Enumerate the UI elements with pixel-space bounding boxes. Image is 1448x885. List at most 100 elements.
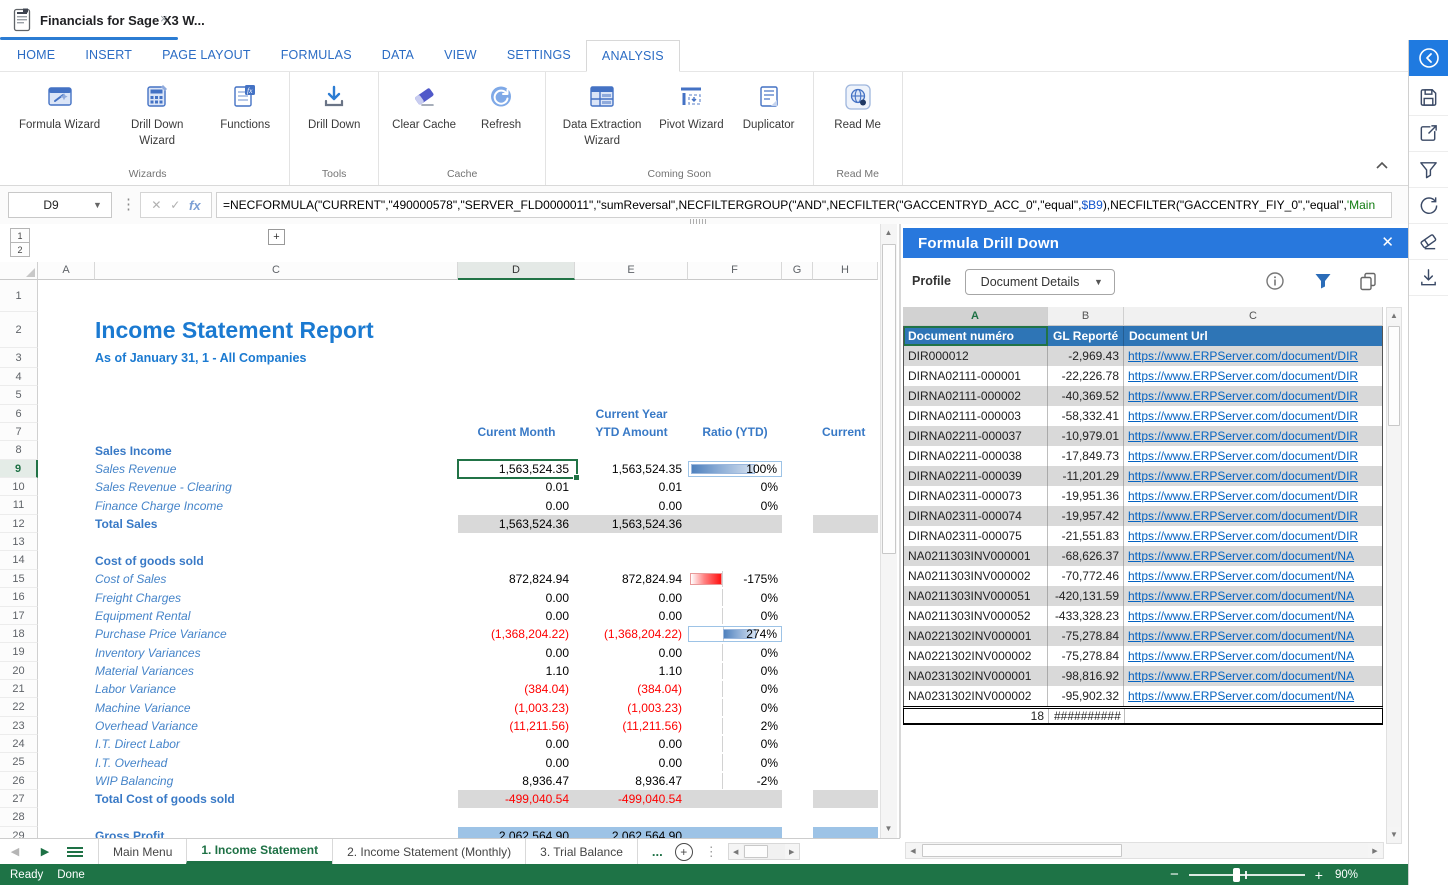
insert-function-icon[interactable]: fx <box>189 198 201 213</box>
grid-cell-document-url-link[interactable]: https://www.ERPServer.com/document/DIR <box>1124 386 1383 406</box>
column-header-D[interactable]: D <box>458 262 575 280</box>
formula-input[interactable]: =NECFORMULA("CURRENT","490000578","SERVE… <box>216 192 1392 218</box>
grid-cell-document-url-link[interactable]: https://www.ERPServer.com/document/DIR <box>1124 466 1383 486</box>
column-header-G[interactable]: G <box>782 262 813 280</box>
row-header-21[interactable]: 21 <box>0 680 38 698</box>
sheet-tab-1-income-statement[interactable]: 1. Income Statement <box>186 839 332 864</box>
scroll-thumb[interactable] <box>882 244 896 554</box>
row-header-16[interactable]: 16 <box>0 588 38 607</box>
row-header-25[interactable]: 25 <box>0 753 38 772</box>
clear-cache-button[interactable]: Clear Cache <box>385 74 463 137</box>
name-box-dropdown-icon[interactable]: ▼ <box>93 200 111 210</box>
row-header-17[interactable]: 17 <box>0 607 38 625</box>
ribbon-tab-page-layout[interactable]: PAGE LAYOUT <box>147 40 266 71</box>
column-header-F[interactable]: F <box>688 262 782 280</box>
grid-cell-document-url-link[interactable]: https://www.ERPServer.com/document/NA <box>1124 666 1383 686</box>
grid-header-gl-reporte[interactable]: GL Reporté <box>1048 326 1124 346</box>
selection-fill-handle[interactable] <box>573 474 580 481</box>
grid-cell-document-url-link[interactable]: https://www.ERPServer.com/document/NA <box>1124 566 1383 586</box>
tab-bar-options-icon[interactable]: ⋮ <box>705 839 718 864</box>
zoom-slider[interactable] <box>1189 874 1305 876</box>
row-header-4[interactable]: 4 <box>0 368 38 386</box>
close-pane-icon[interactable]: ✕ <box>1381 233 1394 251</box>
grid-header-document-numero[interactable]: Document numéro <box>903 326 1048 346</box>
row-header-19[interactable]: 19 <box>0 643 38 662</box>
refresh-button[interactable] <box>1409 188 1448 224</box>
info-icon[interactable] <box>1265 271 1285 291</box>
ribbon-tab-home[interactable]: HOME <box>2 40 70 71</box>
zoom-in-icon[interactable]: + <box>1315 867 1323 883</box>
duplicator-button[interactable]: Duplicator <box>731 74 807 137</box>
column-header-E[interactable]: E <box>575 262 688 280</box>
row-header-20[interactable]: 20 <box>0 662 38 680</box>
zoom-percentage[interactable]: 90% <box>1335 869 1358 881</box>
grid-cell-document-url-link[interactable]: https://www.ERPServer.com/document/NA <box>1124 546 1383 566</box>
sheet-tab-3-trial-balance[interactable]: 3. Trial Balance <box>525 839 638 864</box>
row-header-6[interactable]: 6 <box>0 405 38 423</box>
row-header-1[interactable]: 1 <box>0 280 38 312</box>
row-header-15[interactable]: 15 <box>0 570 38 588</box>
row-header-18[interactable]: 18 <box>0 625 38 643</box>
refresh-button[interactable]: Refresh <box>463 74 539 137</box>
grid-cell-document-url-link[interactable]: https://www.ERPServer.com/document/NA <box>1124 626 1383 646</box>
filter-icon[interactable] <box>1313 271 1333 291</box>
scroll-thumb[interactable] <box>1388 326 1400 426</box>
grid-header-document-url[interactable]: Document Url <box>1124 326 1383 346</box>
formula-bar-options-icon[interactable]: ⋮ <box>121 195 136 213</box>
ribbon-tab-formulas[interactable]: FORMULAS <box>266 40 367 71</box>
outline-expand-button[interactable]: + <box>268 229 285 245</box>
row-header-27[interactable]: 27 <box>0 790 38 808</box>
close-document-icon[interactable]: × <box>160 11 168 26</box>
grid-cell-document-url-link[interactable]: https://www.ERPServer.com/document/DIR <box>1124 506 1383 526</box>
sheet-tab-main-menu[interactable]: Main Menu <box>98 839 186 864</box>
collapse-ribbon-icon[interactable] <box>1372 158 1394 176</box>
ribbon-tab-insert[interactable]: INSERT <box>70 40 147 71</box>
filter-button[interactable] <box>1409 152 1448 188</box>
zoom-out-icon[interactable]: − <box>1170 866 1179 883</box>
grid-cell-document-url-link[interactable]: https://www.ERPServer.com/document/DIR <box>1124 406 1383 426</box>
outline-level-2-button[interactable]: 2 <box>10 242 30 257</box>
ribbon-tab-data[interactable]: DATA <box>367 40 429 71</box>
functions-button[interactable]: fx Functions <box>207 74 283 137</box>
row-header-12[interactable]: 12 <box>0 515 38 533</box>
scroll-down-icon[interactable]: ▼ <box>881 821 896 836</box>
outline-level-1-button[interactable]: 1 <box>10 228 30 243</box>
grid-cell-document-url-link[interactable]: https://www.ERPServer.com/document/DIR <box>1124 346 1383 366</box>
sheet-tab-scroll-right-icon[interactable]: ▶ <box>30 839 60 864</box>
eraser-button[interactable] <box>1409 224 1448 260</box>
row-header-9[interactable]: 9 <box>0 460 38 478</box>
grid-cell-document-url-link[interactable]: https://www.ERPServer.com/document/DIR <box>1124 526 1383 546</box>
save-button[interactable] <box>1409 80 1448 116</box>
document-tab[interactable]: Financials for Sage X3 W... × <box>0 0 178 40</box>
select-all-corner[interactable] <box>0 262 38 280</box>
column-header-A[interactable]: A <box>38 262 95 280</box>
pane-column-header-C[interactable]: C <box>1124 307 1383 326</box>
pane-vertical-scrollbar[interactable]: ▲ ▼ <box>1386 307 1402 844</box>
grid-cell-document-url-link[interactable]: https://www.ERPServer.com/document/NA <box>1124 646 1383 666</box>
ribbon-tab-analysis[interactable]: ANALYSIS <box>586 40 680 72</box>
column-header-C[interactable]: C <box>95 262 458 280</box>
grid-cell-document-url-link[interactable]: https://www.ERPServer.com/document/DIR <box>1124 426 1383 446</box>
ribbon-tab-settings[interactable]: SETTINGS <box>492 40 586 71</box>
sheet-horizontal-scrollbar[interactable]: ◀ ▶ <box>728 843 800 860</box>
scroll-down-icon[interactable]: ▼ <box>1387 827 1401 842</box>
row-header-26[interactable]: 26 <box>0 772 38 790</box>
data-extraction-wizard-button[interactable]: Data Extraction Wizard <box>552 74 652 152</box>
scroll-left-icon[interactable]: ◀ <box>906 843 920 858</box>
row-header-23[interactable]: 23 <box>0 717 38 735</box>
scroll-thumb[interactable] <box>922 844 1122 857</box>
sheet-tab-2-income-statement-monthly-[interactable]: 2. Income Statement (Monthly) <box>332 839 525 864</box>
row-header-22[interactable]: 22 <box>0 698 38 717</box>
sheet-vertical-scrollbar[interactable]: ▲ ▼ <box>880 224 897 838</box>
scroll-up-icon[interactable]: ▲ <box>881 225 896 240</box>
collapse-pane-button[interactable] <box>1409 40 1448 76</box>
scroll-up-icon[interactable]: ▲ <box>1387 308 1401 323</box>
cancel-entry-icon[interactable]: ✕ <box>151 198 161 212</box>
row-header-24[interactable]: 24 <box>0 735 38 753</box>
grid-cell-document-url-link[interactable]: https://www.ERPServer.com/document/NA <box>1124 606 1383 626</box>
pane-horizontal-scrollbar[interactable]: ◀ ▶ <box>905 842 1384 859</box>
grid-cell-document-url-link[interactable]: https://www.ERPServer.com/document/DIR <box>1124 486 1383 506</box>
grid-cell-document-url-link[interactable]: https://www.ERPServer.com/document/DIR <box>1124 366 1383 386</box>
more-sheets-button[interactable]: ... <box>652 839 663 864</box>
pane-column-header-A[interactable]: A <box>903 307 1048 326</box>
